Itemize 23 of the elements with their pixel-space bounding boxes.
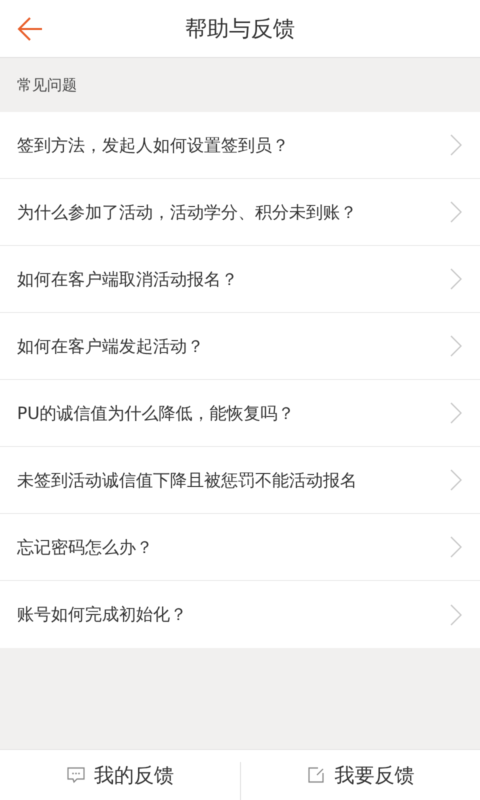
feedback-button[interactable]: 我的反馈 (0, 750, 240, 800)
back-arrow-icon (16, 15, 44, 43)
compose-icon (306, 765, 326, 785)
faq-item[interactable]: 签到方法，发起人如何设置签到员？ (0, 112, 480, 179)
chevron-right-icon (450, 201, 462, 223)
chevron-right-icon (450, 134, 462, 156)
chevron-right-icon (450, 335, 462, 357)
chevron-right-icon (450, 604, 462, 626)
faq-item[interactable]: 未签到活动诚信值下降且被惩罚不能活动报名 (0, 447, 480, 514)
chevron-right-icon (450, 402, 462, 424)
faq-item[interactable]: 忘记密码怎么办？ (0, 514, 480, 581)
chevron-right-icon (450, 536, 462, 558)
faq-item[interactable]: 如何在客户端取消活动报名？ (0, 246, 480, 313)
section-title: 常见问题 (17, 76, 77, 94)
feedback-button[interactable]: 我要反馈 (240, 750, 480, 800)
page-title: 帮助与反馈 (185, 16, 295, 44)
faq-item[interactable]: PU的诚信值为什么降低，能恢复吗？ (0, 380, 480, 447)
faq-item[interactable]: 如何在客户端发起活动？ (0, 313, 480, 380)
faq-item[interactable]: 账号如何完成初始化？ (0, 581, 480, 648)
faq-item[interactable]: 为什么参加了活动，活动学分、积分未到账？ (0, 179, 480, 246)
chevron-right-icon (450, 469, 462, 491)
chat-bubble-icon (66, 765, 86, 785)
chevron-right-icon (450, 268, 462, 290)
